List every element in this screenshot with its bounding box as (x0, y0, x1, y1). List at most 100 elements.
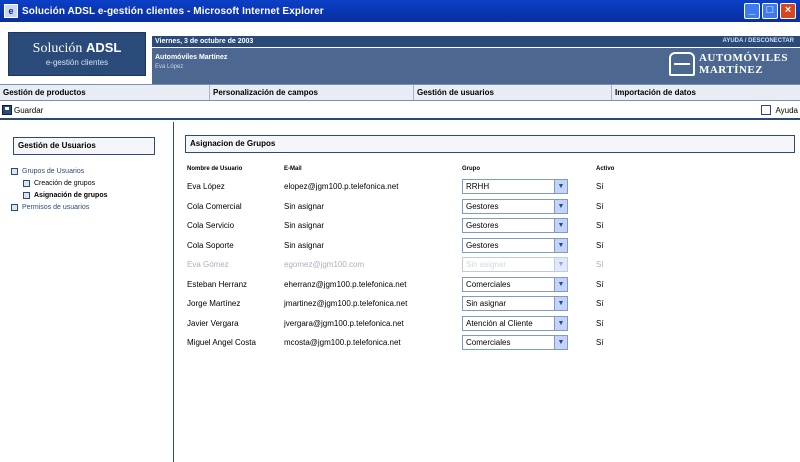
chevron-down-icon[interactable]: ▼ (554, 180, 567, 193)
sidebar-item-label: Creación de grupos (34, 179, 96, 187)
chevron-down-icon[interactable]: ▼ (554, 199, 567, 213)
document-icon (23, 191, 30, 199)
table-row: Jorge Martínez jmartinez@jgm100.p.telefo… (187, 294, 787, 314)
sidebar-item-label: Grupos de Usuarios (22, 167, 85, 175)
chevron-down-icon[interactable]: ▼ (554, 219, 567, 232)
column-name: Nombre de Usuario (187, 166, 243, 172)
car-icon (668, 52, 695, 76)
document-icon (23, 179, 30, 187)
company-user: Automóviles Martínez (155, 54, 228, 61)
chevron-down-icon[interactable]: ▼ (554, 277, 567, 291)
column-email: E-Mail (284, 166, 302, 172)
nav-item-usuarios[interactable]: Gestión de usuarios (414, 85, 612, 100)
active-cell: Sí (596, 221, 604, 230)
company-name-line1: AUTOMÓVILES (698, 52, 788, 64)
nav-item-importacion[interactable]: Importación de datos (612, 85, 800, 100)
brand-subtitle: e-gestión clientes (45, 58, 109, 67)
close-button[interactable]: × (780, 3, 796, 19)
user-name-cell: Cola Servicio (187, 221, 235, 230)
nav-item-productos[interactable]: Gestión de productos (0, 85, 210, 100)
user-name-cell: Miguel Angel Costa (187, 338, 256, 347)
group-select-value: Gestores (466, 201, 499, 211)
table-row: Miguel Angel Costa mcosta@jgm100.p.telef… (187, 333, 787, 353)
sidebar-menu: Grupos de Usuarios Creación de grupos As… (11, 165, 108, 213)
sidebar-item-permisos[interactable]: Permisos de usuarios (11, 201, 108, 213)
save-icon (2, 105, 12, 115)
table-row: Javier Vergara jvergara@jgm100.p.telefon… (187, 314, 787, 334)
maximize-button[interactable]: □ (762, 3, 778, 19)
group-select[interactable]: Gestores ▼ (462, 237, 568, 253)
nav-item-campos[interactable]: Personalización de campos (210, 85, 414, 100)
window-title: Solución ADSL e-gestión clientes - Micro… (22, 5, 324, 17)
user-email-cell: jmartinez@jgm100.p.telefonica.net (284, 299, 408, 308)
group-select[interactable]: Comerciales ▼ (462, 276, 568, 292)
user-name-cell: Eva Gómez (187, 260, 229, 269)
table-row: Cola Soporte Sin asignar Gestores ▼ Sí (187, 236, 787, 256)
group-select[interactable]: Sin asignar ▼ (462, 296, 568, 311)
sidebar: Gestión de Usuarios Grupos de Usuarios C… (0, 122, 174, 462)
chevron-down-icon[interactable]: ▼ (554, 297, 567, 310)
user-email-cell: eherranz@jgm100.p.telefonica.net (284, 279, 407, 289)
user-name-cell: Cola Soporte (187, 240, 234, 250)
group-select-value: Gestores (466, 221, 499, 230)
table-row: Eva López elopez@jgm100.p.telefonica.net… (187, 177, 787, 197)
group-select-value: Comerciales (466, 338, 511, 347)
company-name: AUTOMÓVILES MARTÍNEZ (699, 52, 788, 76)
table-row: Cola Servicio Sin asignar Gestores ▼ Sí (187, 216, 787, 236)
group-select[interactable]: RRHH ▼ (462, 179, 568, 194)
active-cell: Sí (596, 299, 604, 308)
header-links[interactable]: AYUDA / DESCONECTAR (723, 36, 794, 47)
table-row: Eva Gómez egomez@jgm100.com Sin asignar ▼… (187, 255, 787, 275)
user-email-cell: Sin asignar (284, 240, 325, 250)
active-cell: Sí (596, 260, 604, 269)
chevron-down-icon[interactable]: ▼ (554, 336, 567, 349)
folder-icon (11, 203, 18, 211)
user-name: Eva López (155, 64, 184, 70)
ie-icon: e (4, 4, 18, 18)
user-email-cell: elopez@jgm100.p.telefonica.net (284, 182, 399, 191)
group-select[interactable]: Comerciales ▼ (462, 335, 568, 350)
sidebar-item-label: Permisos de usuarios (22, 203, 90, 211)
section-heading: Asignacion de Grupos (185, 135, 795, 153)
chevron-down-icon[interactable]: ▼ (554, 238, 567, 252)
user-email-cell: jvergara@jgm100.p.telefonica.net (284, 318, 404, 328)
folder-icon (11, 167, 18, 175)
chevron-down-icon[interactable]: ▼ (554, 316, 567, 330)
minimize-button[interactable]: _ (744, 3, 760, 19)
header-user-bar: Automóviles Martínez Eva López AUTOMÓVIL… (152, 48, 800, 84)
user-email-cell: mcosta@jgm100.p.telefonica.net (284, 338, 401, 347)
user-name-cell: Cola Comercial (187, 201, 242, 211)
sidebar-item-grupos[interactable]: Grupos de Usuarios (11, 165, 108, 177)
user-email-cell: egomez@jgm100.com (284, 260, 365, 269)
group-select[interactable]: Sin asignar ▼ (462, 257, 568, 272)
chevron-down-icon[interactable]: ▼ (554, 258, 567, 271)
app-header: Solución ADSL e-gestión clientes Viernes… (0, 22, 800, 84)
help-label: Ayuda (775, 105, 798, 115)
group-select[interactable]: Gestores ▼ (462, 218, 568, 233)
table-row: Cola Comercial Sin asignar Gestores ▼ Sí (187, 197, 787, 217)
company-logo: AUTOMÓVILES MARTÍNEZ (668, 52, 788, 76)
save-button[interactable]: Guardar (2, 105, 43, 115)
brand-main: Solución (32, 41, 83, 56)
sidebar-item-creacion[interactable]: Creación de grupos (11, 177, 108, 189)
user-name-cell: Esteban Herranz (187, 279, 248, 289)
window-controls: _ □ × (744, 3, 796, 19)
table-header: Nombre de Usuario E-Mail Grupo Activo (187, 166, 787, 176)
group-select-value: Sin asignar (466, 299, 507, 308)
main-content: Asignacion de Grupos Nombre de Usuario E… (175, 122, 800, 462)
brand-logo: Solución ADSL e-gestión clientes (8, 32, 146, 76)
help-button[interactable]: Ayuda (761, 105, 798, 115)
main-nav: Gestión de productos Personalización de … (0, 84, 800, 101)
user-name-cell: Jorge Martínez (187, 299, 241, 308)
company-name-line2: MARTÍNEZ (698, 64, 764, 76)
group-select[interactable]: Atención al Cliente ▼ (462, 315, 568, 331)
user-email-cell: Sin asignar (284, 201, 325, 211)
user-name-cell: Javier Vergara (187, 318, 239, 328)
help-icon (761, 105, 772, 115)
group-select[interactable]: Gestores ▼ (462, 198, 568, 214)
sidebar-item-asignacion[interactable]: Asignación de grupos (11, 189, 108, 201)
active-cell: Sí (596, 338, 604, 347)
header-date: Viernes, 3 de octubre de 2003 (155, 38, 254, 45)
active-cell: Sí (596, 182, 604, 191)
brand-bold: ADSL (85, 40, 122, 55)
